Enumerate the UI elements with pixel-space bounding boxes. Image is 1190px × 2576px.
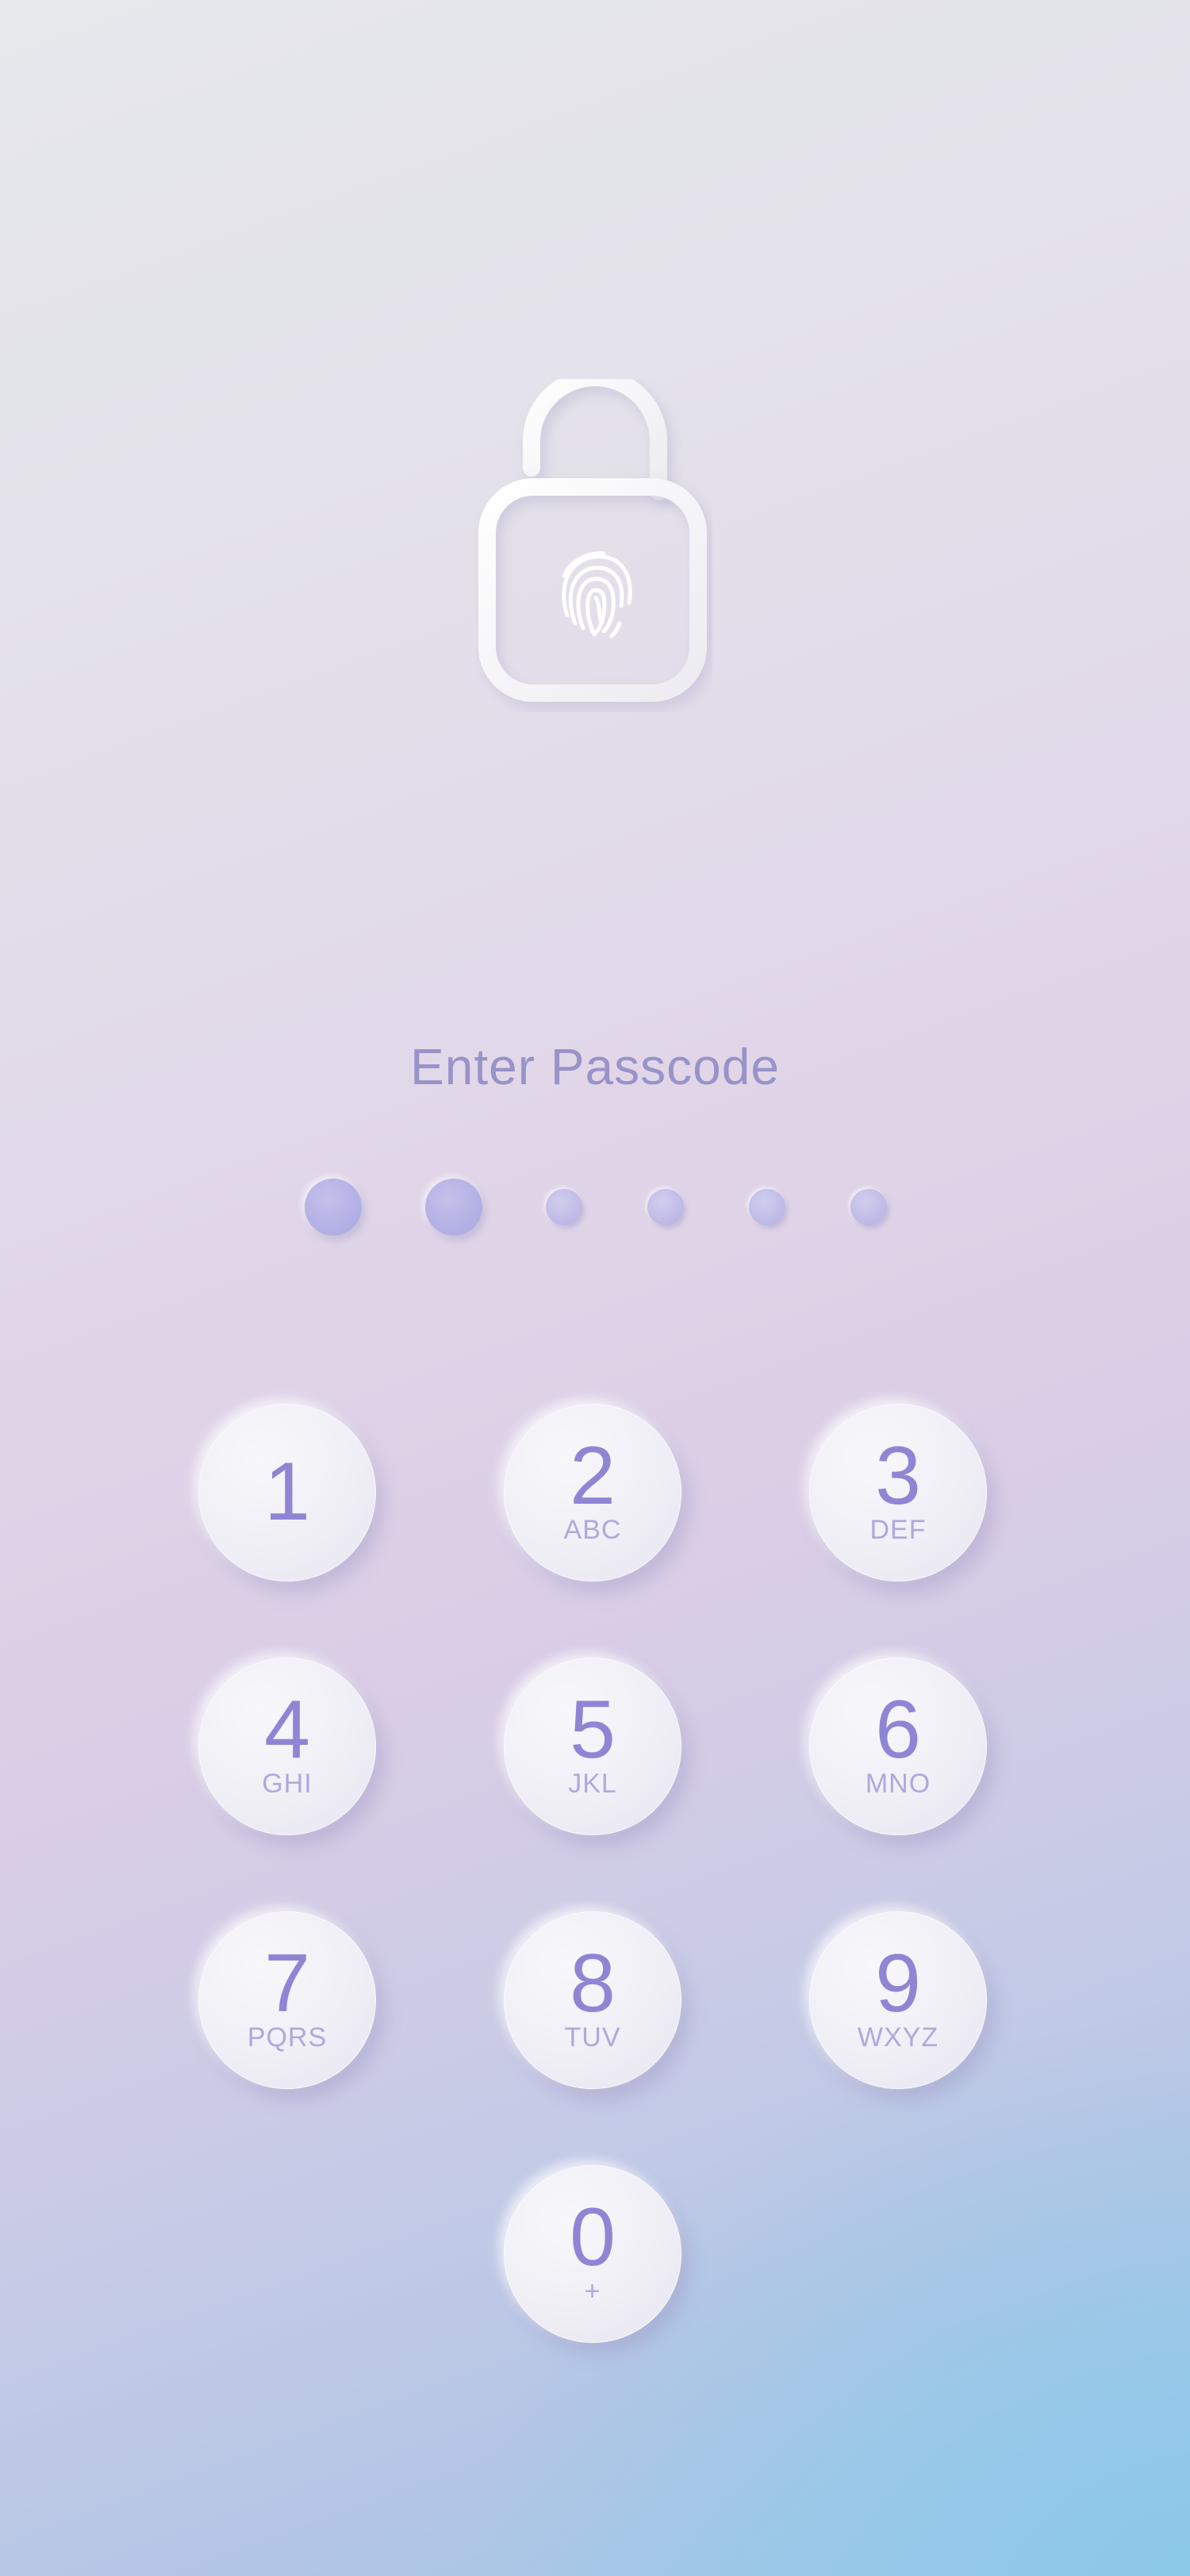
key-digit: 2 xyxy=(570,1430,616,1522)
key-6-button[interactable]: 6 MNO xyxy=(809,1658,987,1835)
key-letters: WXYZ xyxy=(857,2022,939,2053)
key-digit: 9 xyxy=(875,1938,921,2030)
key-digit: 5 xyxy=(570,1684,616,1776)
key-digit: 1 xyxy=(264,1446,310,1538)
passcode-dot-filled xyxy=(425,1179,482,1236)
key-2-button[interactable]: 2 ABC xyxy=(504,1404,681,1581)
key-9-button[interactable]: 9 WXYZ xyxy=(809,1911,987,2089)
key-digit: 6 xyxy=(875,1684,921,1776)
key-letters: PQRS xyxy=(247,2022,328,2053)
passcode-dot-empty xyxy=(850,1189,887,1225)
lock-fingerprint-icon xyxy=(474,379,712,712)
key-0-button[interactable]: 0 + xyxy=(504,2165,681,2343)
passcode-dot-empty xyxy=(749,1189,785,1225)
key-letters: ABC xyxy=(563,1515,622,1545)
key-digit: 3 xyxy=(875,1430,921,1522)
key-letters: JKL xyxy=(568,1769,617,1799)
key-letters: GHI xyxy=(262,1769,313,1799)
passcode-dot-empty xyxy=(546,1189,582,1225)
key-5-button[interactable]: 5 JKL xyxy=(504,1658,681,1835)
passcode-dot-filled xyxy=(305,1179,362,1236)
passcode-dot-empty xyxy=(647,1189,684,1225)
key-digit: 4 xyxy=(264,1684,310,1776)
key-8-button[interactable]: 8 TUV xyxy=(504,1911,681,2089)
key-digit: 0 xyxy=(570,2191,616,2283)
key-digit: 7 xyxy=(264,1938,310,2030)
key-7-button[interactable]: 7 PQRS xyxy=(198,1911,376,2089)
passcode-screen: Enter Passcode 1 2 ABC 3 DEF 4 GHI 5 JKL… xyxy=(0,0,1190,2576)
key-1-button[interactable]: 1 xyxy=(198,1404,376,1581)
key-digit: 8 xyxy=(570,1938,616,2030)
key-letters: TUV xyxy=(564,2022,621,2053)
key-letters: DEF xyxy=(869,1515,927,1545)
page-title: Enter Passcode xyxy=(410,1038,780,1095)
key-4-button[interactable]: 4 GHI xyxy=(198,1658,376,1835)
key-letters: MNO xyxy=(865,1769,931,1799)
key-3-button[interactable]: 3 DEF xyxy=(809,1404,987,1581)
key-letters: + xyxy=(584,2276,601,2306)
passcode-indicator xyxy=(0,1175,1190,1239)
